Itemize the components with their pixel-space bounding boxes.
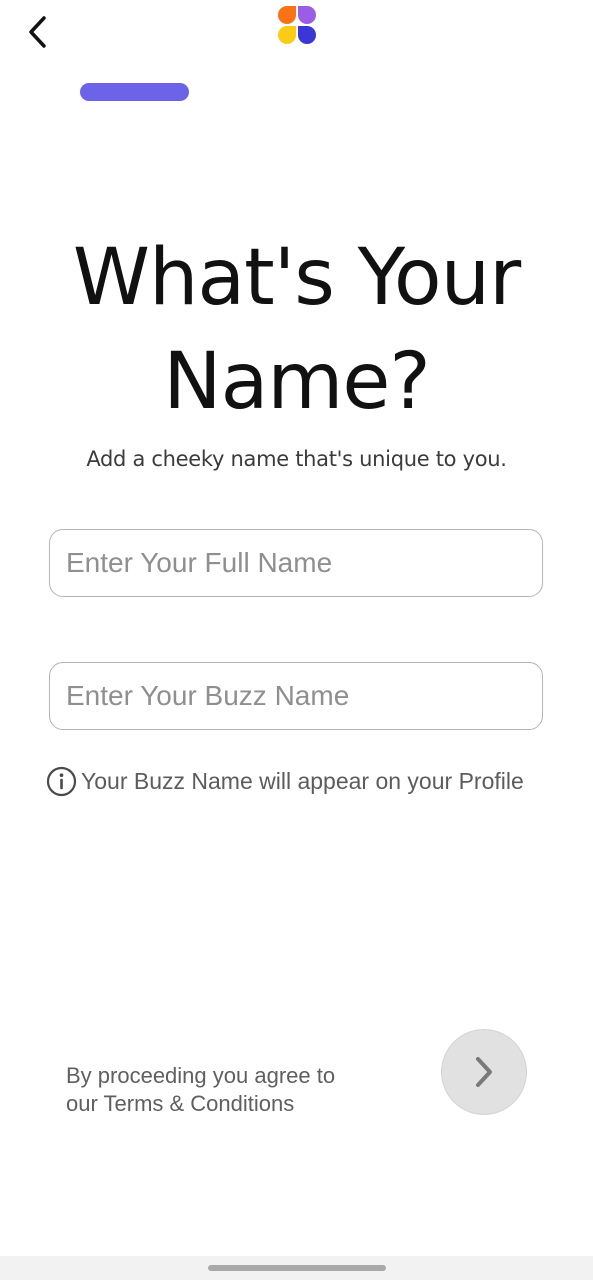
buzz-name-hint-text: Your Buzz Name will appear on your Profi… (81, 767, 524, 794)
next-button[interactable] (441, 1029, 527, 1115)
logo-petal-yellow (278, 26, 296, 44)
buzz-name-hint: Your Buzz Name will appear on your Profi… (46, 765, 524, 797)
terms-line-2[interactable]: our Terms & Conditions (66, 1090, 335, 1118)
logo-petal-blue (298, 26, 316, 44)
home-indicator[interactable] (208, 1265, 386, 1271)
app-logo (277, 5, 317, 45)
progress-bar (80, 83, 189, 101)
page-title-line1: What's Your (72, 233, 521, 323)
chevron-right-icon (476, 1057, 492, 1087)
logo-petal-orange (278, 6, 296, 24)
system-navigation-bar (0, 1256, 593, 1280)
terms-notice: By proceeding you agree to our Terms & C… (66, 1062, 335, 1118)
page-title: What's Your Name? (0, 226, 593, 434)
buzz-name-input[interactable] (50, 663, 542, 729)
terms-line-1: By proceeding you agree to (66, 1063, 336, 1088)
logo-petal-purple (298, 6, 316, 24)
page-title-line2: Name? (163, 337, 431, 427)
full-name-input[interactable] (50, 530, 542, 596)
info-icon (46, 766, 77, 797)
progress-bar-fill (80, 83, 189, 101)
buzz-name-field-container (49, 662, 543, 730)
full-name-field-container (49, 529, 543, 597)
page-subtitle: Add a cheeky name that's unique to you. (86, 447, 507, 471)
back-button[interactable] (18, 12, 58, 52)
app-logo-icon (278, 6, 316, 44)
chevron-left-icon (29, 16, 46, 48)
